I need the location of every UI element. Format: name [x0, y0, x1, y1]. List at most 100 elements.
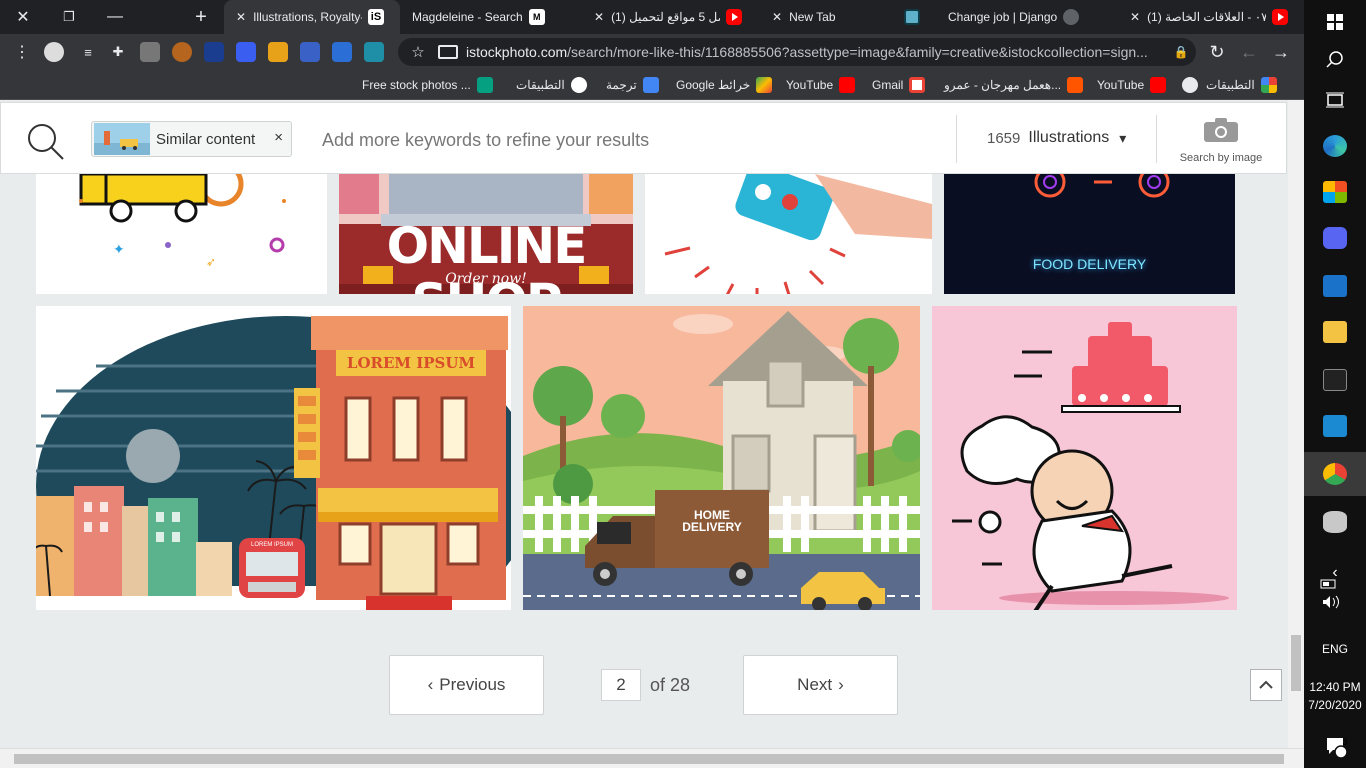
search-by-image-button[interactable]: Search by image: [1171, 117, 1271, 164]
bookmark-youtube[interactable]: YouTube: [786, 76, 856, 94]
order-now-text: Order now!: [445, 271, 527, 287]
search-icon[interactable]: [1304, 38, 1366, 82]
food-delivery-text: FOOD DELIVERY: [1032, 256, 1147, 272]
bookmark-apps[interactable]: التطبيقات: [516, 76, 587, 94]
chip-close-icon[interactable]: ×: [274, 129, 283, 146]
asset-type-dropdown[interactable]: 1659 Illustrations ▾: [987, 129, 1126, 147]
lock-icon[interactable]: 🔒: [1166, 45, 1196, 59]
windows-taskbar: ‹ ENG 12:40 PM 7/20/2020 3: [1304, 0, 1366, 768]
bot-extension-icon[interactable]: [236, 42, 256, 62]
tab-new-tab[interactable]: ✕ New Tab: [760, 0, 936, 34]
file-explorer-icon[interactable]: [1304, 310, 1366, 354]
page-number-input[interactable]: 2: [601, 669, 641, 701]
bookmark-label: التطبيقات: [1206, 78, 1255, 92]
bookmark-youtube-2[interactable]: YouTube: [1097, 76, 1167, 94]
tab-label: New Tab: [789, 10, 836, 24]
terminal-icon[interactable]: [1304, 358, 1366, 402]
youtube-favicon-icon: [1272, 9, 1288, 25]
notification-count: 3: [1342, 737, 1348, 747]
image-tile-phone-order[interactable]: [645, 174, 932, 294]
image-tile-food-delivery[interactable]: FOOD DELIVERY: [944, 174, 1235, 294]
bookmark-pexels[interactable]: Free stock photos ...: [362, 76, 493, 94]
window-close-button[interactable]: ✕: [0, 0, 46, 34]
database-icon[interactable]: [1304, 500, 1366, 544]
check-extension-icon[interactable]: [364, 42, 384, 62]
vertical-scrollbar[interactable]: [1288, 100, 1304, 748]
image-tile-delivery-truck[interactable]: ✦ ➶: [36, 174, 327, 294]
image-tile-chef-cake[interactable]: [932, 306, 1237, 610]
horizontal-scrollbar-thumb[interactable]: [14, 754, 1284, 764]
vertical-scrollbar-thumb[interactable]: [1291, 635, 1301, 691]
clock-date[interactable]: 7/20/2020: [1304, 698, 1366, 712]
window-restore-button[interactable]: ❐: [46, 0, 92, 34]
bookmark-translate[interactable]: ترجمة: [606, 76, 659, 94]
image-tile-lorem-ipsum-building[interactable]: LOREM IPSUM LOREM IPSUM: [36, 306, 511, 610]
tab-close-icon[interactable]: ✕: [236, 10, 246, 24]
book-extension-icon[interactable]: [268, 42, 288, 62]
page-content: Similar content × Add more keywords to r…: [0, 100, 1288, 748]
lorem-ipsum-sign: LOREM IPSUM: [346, 354, 476, 372]
tab-youtube-arabic[interactable]: ✕ (1) أفضل 5 مواقع لتحميل: [582, 0, 758, 34]
cookie-extension-icon[interactable]: [172, 42, 192, 62]
bookmark-apps-2[interactable]: التطبيقات: [1182, 76, 1277, 94]
similar-content-chip[interactable]: Similar content ×: [91, 121, 292, 157]
youtube-icon: [839, 77, 856, 93]
tab-django[interactable]: Change job | Django: [938, 0, 1114, 34]
address-bar[interactable]: ☆ istockphoto.com/search/more-like-this/…: [398, 38, 1196, 66]
forward-arrow-icon[interactable]: →: [1269, 40, 1293, 64]
horizontal-scrollbar[interactable]: [0, 748, 1304, 768]
discord-icon[interactable]: [1304, 216, 1366, 260]
menu-kebab-icon[interactable]: ⋮: [12, 42, 32, 62]
battery-and-volume-icons[interactable]: [1304, 576, 1366, 616]
extension-icon[interactable]: [140, 42, 160, 62]
edge-icon[interactable]: [1304, 124, 1366, 168]
tab-close-icon[interactable]: ✕: [772, 10, 782, 24]
search-icon[interactable]: [25, 121, 65, 161]
playlist-icon[interactable]: ≡: [78, 42, 98, 62]
chevron-left-icon: ‹: [427, 675, 434, 694]
reload-icon[interactable]: ↻: [1205, 40, 1229, 64]
back-arrow-icon[interactable]: ←: [1237, 40, 1261, 64]
window-minimize-button[interactable]: —: [92, 0, 138, 34]
previous-page-button[interactable]: ‹ Previous: [389, 655, 544, 715]
search-by-image-label: Search by image: [1179, 152, 1263, 164]
scroll-to-top-button[interactable]: [1250, 669, 1282, 701]
tab-close-icon[interactable]: ✕: [594, 10, 604, 24]
mail-icon[interactable]: [1304, 264, 1366, 308]
maps-icon: [756, 77, 773, 93]
tab-close-icon[interactable]: ✕: [1130, 10, 1140, 24]
bookmark-star-icon[interactable]: ☆: [398, 43, 438, 61]
task-view-icon[interactable]: [1304, 78, 1366, 122]
clock-time[interactable]: 12:40 PM: [1304, 680, 1366, 694]
bookmark-label: التطبيقات: [516, 78, 565, 92]
chip-thumbnail: [94, 123, 150, 155]
bookmarks-bar: Free stock photos ... التطبيقات ترجمة Go…: [0, 70, 1304, 100]
next-page-button[interactable]: Next ›: [743, 655, 898, 715]
tab-magdeleine[interactable]: Magdeleine - Search M: [402, 0, 578, 34]
store-icon[interactable]: [1304, 170, 1366, 214]
language-indicator[interactable]: ENG: [1304, 642, 1366, 656]
magnifier-extension-icon[interactable]: [332, 42, 352, 62]
tab-label: Illustrations, Royalty-F: [253, 10, 362, 24]
new-tab-button[interactable]: +: [178, 0, 224, 34]
vscode-icon[interactable]: [1304, 404, 1366, 448]
bookmark-label: YouTube: [1097, 78, 1145, 92]
bookmark-gmail[interactable]: Gmail: [872, 76, 926, 94]
next-label: Next: [797, 675, 833, 694]
image-tile-home-delivery[interactable]: HOME DELIVERY: [523, 306, 920, 610]
keyword-search-input[interactable]: Add more keywords to refine your results: [322, 130, 649, 151]
result-count: 1659: [987, 129, 1021, 147]
url-text[interactable]: istockphoto.com/search/more-like-this/11…: [466, 44, 1166, 60]
bookmark-google-maps[interactable]: Google خرائط: [676, 76, 773, 94]
tab-youtube-arabic-2[interactable]: ✕ (1) ٠٧ - العلاقات الخاصة: [1118, 0, 1304, 34]
extensions-icon[interactable]: ✚: [108, 42, 128, 62]
chevron-down-icon: ▾: [1119, 129, 1127, 146]
search-extension-icon[interactable]: [300, 42, 320, 62]
image-tile-online-shop[interactable]: ONLINE SHOP Order now!: [339, 174, 633, 294]
site-info-icon[interactable]: [438, 45, 458, 59]
bookmark-soundcloud[interactable]: هعمل مهرجان - عمرو...: [944, 76, 1084, 94]
profile-avatar[interactable]: [44, 42, 64, 62]
shield-extension-icon[interactable]: [204, 42, 224, 62]
chrome-icon[interactable]: [1304, 452, 1366, 496]
tab-istock[interactable]: ✕ Illustrations, Royalty-F iS: [224, 0, 400, 34]
